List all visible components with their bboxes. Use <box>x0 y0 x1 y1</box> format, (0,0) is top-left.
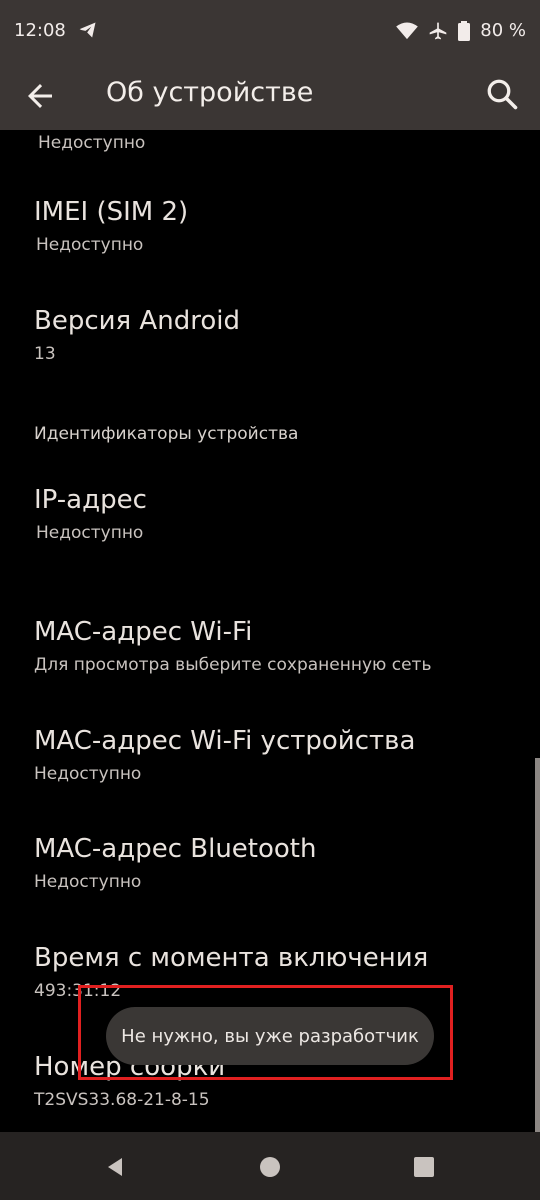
item-subtitle: 13 <box>34 344 56 364</box>
page-title: Об устройстве <box>106 77 314 108</box>
telegram-icon <box>79 22 96 38</box>
list-item-ip-address[interactable]: IP-адрес Недоступно <box>34 484 520 544</box>
search-icon[interactable] <box>484 76 520 112</box>
list-item-bluetooth-mac[interactable]: MAC-адрес Bluetooth Недоступно <box>34 833 520 893</box>
status-bar: 12:08 80 % <box>0 0 540 64</box>
item-subtitle: Недоступно <box>36 523 144 543</box>
item-title: Версия Android <box>34 306 240 336</box>
item-title: Время с момента включения <box>34 943 429 973</box>
list-item-android-version[interactable]: Версия Android 13 <box>34 305 520 365</box>
toast-message: Не нужно, вы уже разработчик <box>106 1007 434 1065</box>
section-header-device-ids: Идентификаторы устройства <box>34 424 299 444</box>
item-subtitle: Для просмотра выберите сохраненную сеть <box>34 655 432 675</box>
list-item-device-wifi-mac[interactable]: MAC-адрес Wi-Fi устройства Недоступно <box>34 725 520 785</box>
battery-level: 80 % <box>480 20 526 41</box>
app-bar: Об устройстве <box>0 64 540 130</box>
battery-icon <box>458 20 471 41</box>
item-title: MAC-адрес Wi-Fi устройства <box>34 726 416 756</box>
status-icons: 80 % <box>396 20 526 41</box>
status-time: 12:08 <box>14 20 66 41</box>
airplane-icon <box>429 22 447 39</box>
item-title: IP-адрес <box>34 485 147 515</box>
nav-home-icon[interactable] <box>259 1156 281 1178</box>
wifi-icon <box>396 21 419 39</box>
back-arrow-icon[interactable] <box>22 78 58 114</box>
item-subtitle: Недоступно <box>38 133 146 153</box>
list-item-partial[interactable]: Недоступно <box>34 132 520 154</box>
item-title: MAC-адрес Bluetooth <box>34 834 317 864</box>
item-subtitle: T2SVS33.68-21-8-15 <box>34 1090 210 1110</box>
item-subtitle: Недоступно <box>34 764 142 784</box>
item-subtitle: Недоступно <box>34 872 142 892</box>
list-item-imei-sim2[interactable]: IMEI (SIM 2) Недоступно <box>34 196 520 256</box>
settings-list[interactable]: Недоступно IMEI (SIM 2) Недоступно Верси… <box>0 130 540 1132</box>
list-item-wifi-mac[interactable]: MAC-адрес Wi-Fi Для просмотра выберите с… <box>34 616 520 676</box>
item-title: MAC-адрес Wi-Fi <box>34 617 253 647</box>
list-item-uptime[interactable]: Время с момента включения 493:31:12 <box>34 942 520 1002</box>
item-subtitle: Недоступно <box>36 235 144 255</box>
item-subtitle: 493:31:12 <box>34 981 122 1001</box>
item-title: IMEI (SIM 2) <box>34 197 189 227</box>
scrollbar[interactable] <box>535 758 540 1132</box>
nav-recents-icon[interactable] <box>413 1156 435 1178</box>
nav-back-icon[interactable] <box>104 1156 126 1178</box>
